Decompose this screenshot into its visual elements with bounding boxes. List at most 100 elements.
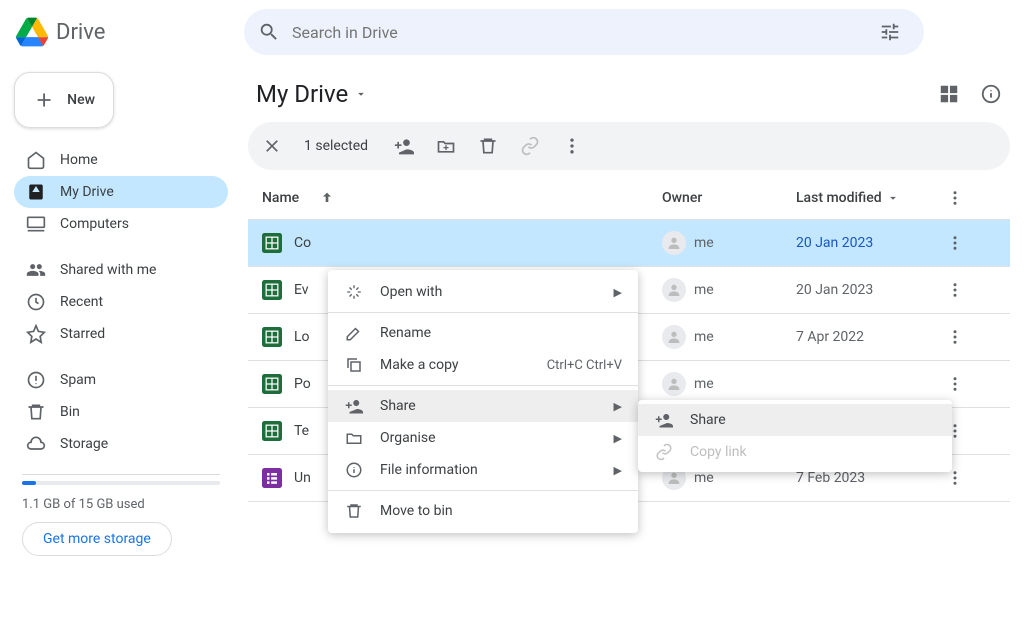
avatar	[662, 231, 686, 255]
file-type-icon	[262, 468, 282, 488]
dropdown-icon	[886, 191, 900, 205]
chevron-right-icon: ▶	[614, 400, 622, 413]
sidebar-item-bin[interactable]: Bin	[14, 396, 228, 428]
file-modified: 7 Apr 2022	[796, 329, 946, 345]
share-icon	[344, 396, 364, 416]
file-name: Po	[294, 376, 311, 392]
file-name: Un	[294, 470, 311, 486]
folder-icon	[344, 428, 364, 448]
file-owner: me	[694, 282, 714, 298]
file-modified: 7 Feb 2023	[796, 470, 946, 486]
column-modified[interactable]: Last modified	[796, 190, 882, 206]
sidebar-item-computers[interactable]: Computers	[14, 208, 228, 240]
sidebar-item-my-drive[interactable]: My Drive	[14, 176, 228, 208]
column-options-button[interactable]	[946, 189, 964, 207]
file-row[interactable]: Come20 Jan 2023	[248, 220, 1010, 267]
share-icon	[654, 410, 674, 430]
file-name: Lo	[294, 329, 310, 345]
chevron-right-icon: ▶	[614, 464, 622, 477]
plus-icon	[33, 88, 55, 112]
file-type-icon	[262, 233, 282, 253]
sidebar-item-shared[interactable]: Shared with me	[14, 254, 228, 286]
storage-bar-fill	[22, 481, 36, 485]
home-icon	[26, 150, 46, 170]
menu-file-info[interactable]: File information ▶	[328, 454, 638, 486]
app-header: Drive	[0, 0, 1024, 64]
row-more-button[interactable]	[946, 234, 996, 252]
file-type-icon	[262, 280, 282, 300]
table-header: Name Owner Last modified	[248, 176, 1010, 220]
copy-link-button[interactable]	[520, 136, 540, 156]
share-button[interactable]	[394, 136, 414, 156]
search-options-button[interactable]	[870, 12, 910, 52]
sidebar-item-starred[interactable]: Starred	[14, 318, 228, 350]
row-more-button[interactable]	[946, 375, 996, 393]
storage-usage-text: 1.1 GB of 15 GB used	[14, 491, 228, 522]
tune-icon	[879, 21, 901, 43]
sidebar-item-recent[interactable]: Recent	[14, 286, 228, 318]
logo-area[interactable]: Drive	[16, 16, 236, 48]
storage-bar	[22, 481, 220, 485]
storage-icon	[26, 434, 46, 454]
chevron-right-icon: ▶	[614, 286, 622, 299]
menu-share[interactable]: Share ▶	[328, 390, 638, 422]
more-options-button[interactable]	[562, 136, 582, 156]
menu-rename[interactable]: Rename	[328, 317, 638, 349]
bin-icon	[26, 402, 46, 422]
selection-toolbar: 1 selected	[248, 122, 1010, 170]
submenu-copy-link: Copy link	[638, 436, 952, 468]
avatar	[662, 372, 686, 396]
delete-button[interactable]	[478, 136, 498, 156]
menu-open-with[interactable]: Open with ▶	[328, 276, 638, 308]
row-more-button[interactable]	[946, 328, 996, 346]
info-icon	[344, 460, 364, 480]
recent-icon	[26, 292, 46, 312]
avatar	[662, 325, 686, 349]
submenu-share[interactable]: Share	[638, 404, 952, 436]
app-name: Drive	[56, 20, 105, 45]
file-owner: me	[694, 376, 714, 392]
file-type-icon	[262, 327, 282, 347]
sidebar-item-home[interactable]: Home	[14, 144, 228, 176]
file-owner: me	[694, 470, 714, 486]
computers-icon	[26, 214, 46, 234]
search-input[interactable]	[292, 23, 858, 42]
new-button[interactable]: New	[14, 72, 114, 128]
column-owner[interactable]: Owner	[662, 190, 702, 206]
close-selection-button[interactable]	[262, 136, 282, 156]
file-name: Ev	[294, 282, 309, 298]
menu-move-to-bin[interactable]: Move to bin	[328, 495, 638, 527]
bin-icon	[344, 501, 364, 521]
sidebar: New Home My Drive Computers Shared with …	[0, 64, 240, 635]
sort-arrow-icon[interactable]	[319, 190, 335, 206]
file-type-icon	[262, 421, 282, 441]
info-button[interactable]	[980, 83, 1002, 105]
search-icon	[258, 21, 280, 43]
breadcrumb[interactable]: My Drive	[256, 80, 368, 108]
sidebar-item-spam[interactable]: Spam	[14, 364, 228, 396]
menu-make-copy[interactable]: Make a copy Ctrl+C Ctrl+V	[328, 349, 638, 381]
drive-icon	[26, 182, 46, 202]
selection-count: 1 selected	[304, 138, 368, 154]
grid-view-button[interactable]	[938, 83, 960, 105]
file-modified: 20 Jan 2023	[796, 235, 946, 251]
file-owner: me	[694, 235, 714, 251]
row-more-button[interactable]	[946, 281, 996, 299]
row-more-button[interactable]	[946, 422, 996, 440]
shared-icon	[26, 260, 46, 280]
context-menu: Open with ▶ Rename Make a copy Ctrl+C Ct…	[328, 270, 638, 533]
row-more-button[interactable]	[946, 469, 996, 487]
menu-organise[interactable]: Organise ▶	[328, 422, 638, 454]
search-bar[interactable]	[244, 9, 924, 55]
divider	[22, 474, 220, 475]
file-modified: 20 Jan 2023	[796, 282, 946, 298]
sidebar-item-storage[interactable]: Storage	[14, 428, 228, 460]
file-name: Te	[294, 423, 309, 439]
drive-logo-icon	[16, 16, 48, 48]
get-more-storage-button[interactable]: Get more storage	[22, 522, 172, 556]
column-name[interactable]: Name	[262, 190, 299, 206]
link-icon	[654, 442, 674, 462]
move-button[interactable]	[436, 136, 456, 156]
open-with-icon	[344, 282, 364, 302]
chevron-right-icon: ▶	[614, 432, 622, 445]
